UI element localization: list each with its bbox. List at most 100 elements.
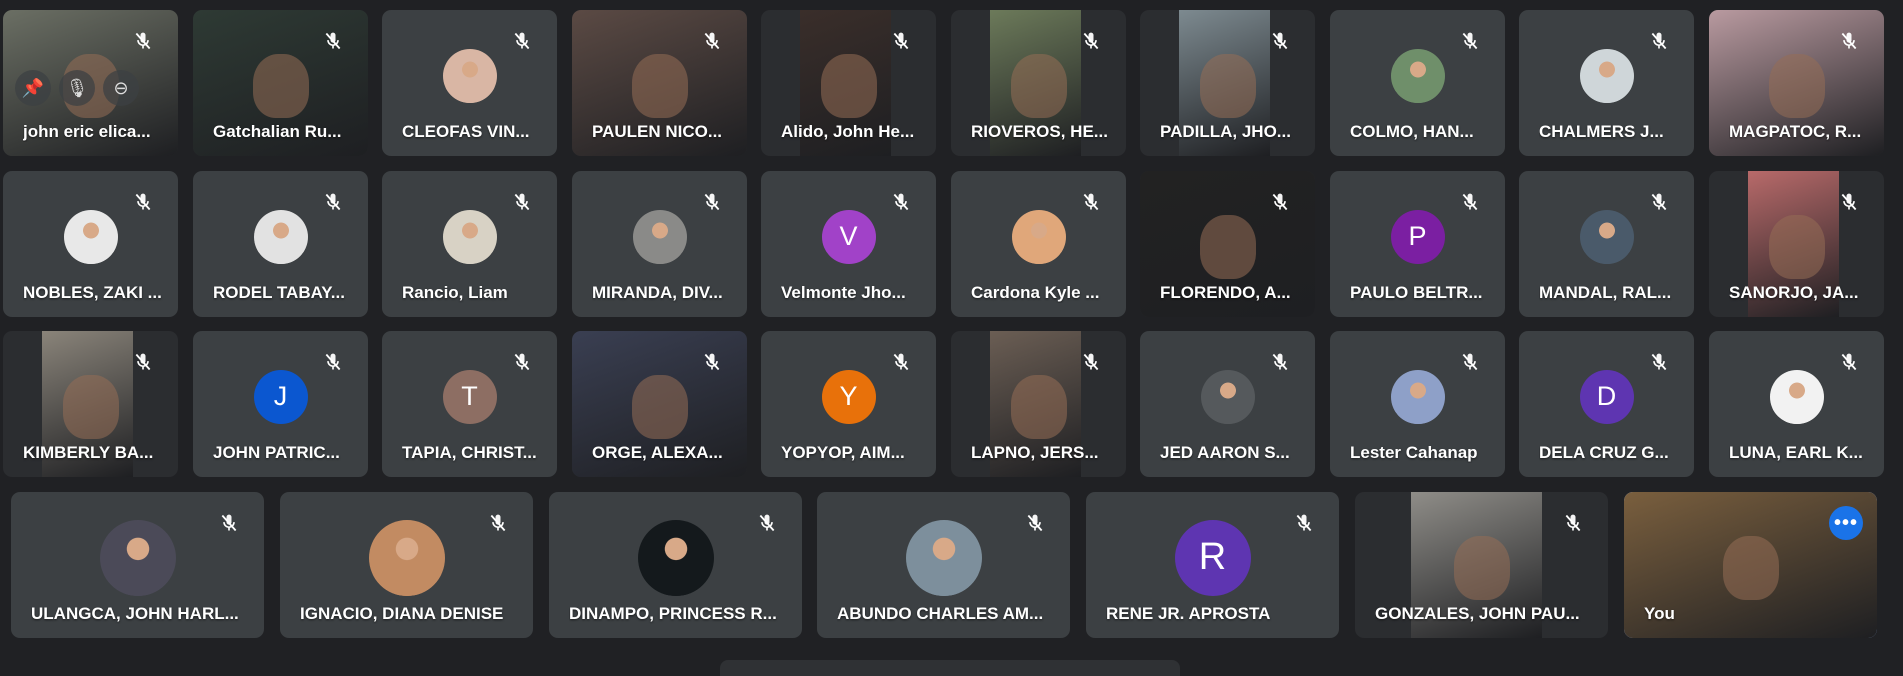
participant-tile[interactable]: RODEL TABAY...: [193, 171, 368, 317]
participant-name: Velmonte Jho...: [781, 283, 906, 302]
participant-tile[interactable]: RIOVEROS, HE...: [951, 10, 1126, 156]
participant-tile[interactable]: Alido, John He...: [761, 10, 936, 156]
avatar-image: [1769, 369, 1824, 424]
participant-name: MIRANDA, DIV...: [592, 283, 723, 302]
participant-tile[interactable]: CLEOFAS VIN...: [382, 10, 557, 156]
participant-tile[interactable]: ULANGCA, JOHN HARL...: [11, 492, 264, 638]
participant-name: MANDAL, RAL...: [1539, 283, 1672, 302]
avatar-photo: [63, 209, 118, 264]
person-silhouette: [1199, 214, 1256, 279]
participant-tile[interactable]: IGNACIO, DIANA DENISE: [280, 492, 533, 638]
participant-tile[interactable]: LUNA, EARL K...: [1709, 331, 1884, 477]
person-silhouette: [820, 53, 877, 118]
participant-tile[interactable]: FLORENDO, A...: [1140, 171, 1315, 317]
mic-off-icon: [509, 189, 535, 215]
participant-tile[interactable]: MIRANDA, DIV...: [572, 171, 747, 317]
self-video-tile[interactable]: ••• You: [1624, 492, 1877, 638]
person-silhouette: [1768, 214, 1825, 279]
participant-name: Lester Cahanap: [1350, 443, 1478, 462]
participant-tile[interactable]: SANORJO, JA...: [1709, 171, 1884, 317]
mic-off-icon: [320, 349, 346, 375]
avatar-photo: [442, 209, 497, 264]
participant-name: CHALMERS J...: [1539, 122, 1664, 141]
participant-tile[interactable]: PAULEN NICO...: [572, 10, 747, 156]
mic-off-icon: [1646, 349, 1672, 375]
participant-tile[interactable]: D DELA CRUZ G...: [1519, 331, 1694, 477]
mic-off-icon: [888, 349, 914, 375]
participant-name: COLMO, HAN...: [1350, 122, 1474, 141]
avatar-letter: T: [442, 369, 497, 424]
avatar-photo: [1579, 209, 1634, 264]
participant-name: JOHN PATRIC...: [213, 443, 340, 462]
avatar-image: [637, 519, 714, 596]
participant-tile[interactable]: LAPNO, JERS...: [951, 331, 1126, 477]
participant-tile[interactable]: ABUNDO CHARLES AM...: [817, 492, 1070, 638]
mic-off-icon: [130, 28, 156, 54]
avatar-image: [1579, 48, 1634, 103]
mic-off-icon: [1022, 510, 1048, 536]
participant-tile[interactable]: ORGE, ALEXA...: [572, 331, 747, 477]
participant-tile[interactable]: CHALMERS J...: [1519, 10, 1694, 156]
participant-tile[interactable]: MANDAL, RAL...: [1519, 171, 1694, 317]
mic-off-icon: [1646, 189, 1672, 215]
participant-tile[interactable]: NOBLES, ZAKI ...: [3, 171, 178, 317]
participant-name: YOPYOP, AIM...: [781, 443, 905, 462]
participant-row: ULANGCA, JOHN HARL... IGNACIO, DIANA DEN…: [0, 492, 1903, 638]
participant-tile[interactable]: R RENE JR. APROSTA: [1086, 492, 1339, 638]
mic-off-icon: [699, 189, 725, 215]
mic-off-icon: [1457, 349, 1483, 375]
participant-tile[interactable]: V Velmonte Jho...: [761, 171, 936, 317]
participant-name: john eric elica...: [23, 122, 151, 141]
avatar-photo: [1579, 48, 1634, 103]
avatar-photo: [253, 209, 308, 264]
participant-name: NOBLES, ZAKI ...: [23, 283, 162, 302]
participant-tile[interactable]: PADILLA, JHO...: [1140, 10, 1315, 156]
participant-name: ORGE, ALEXA...: [592, 443, 723, 462]
participant-name: RENE JR. APROSTA: [1106, 604, 1271, 623]
avatar-image: [253, 209, 308, 264]
participant-name: PAULEN NICO...: [592, 122, 723, 141]
participant-tile[interactable]: KIMBERLY BA...: [3, 331, 178, 477]
more-options-icon[interactable]: •••: [1829, 506, 1863, 540]
avatar-photo: [1390, 48, 1445, 103]
avatar-photo: [1200, 369, 1255, 424]
participant-tile[interactable]: Y YOPYOP, AIM...: [761, 331, 936, 477]
avatar-image: [905, 519, 982, 596]
mic-off-icon: [1267, 189, 1293, 215]
remove-icon[interactable]: ⊖: [103, 70, 139, 106]
control-bar-edge: [720, 660, 1180, 676]
avatar-letter: R: [1174, 519, 1251, 596]
participant-tile[interactable]: T TAPIA, CHRIST...: [382, 331, 557, 477]
participant-name: LAPNO, JERS...: [971, 443, 1099, 462]
mute-participant-icon[interactable]: 🎙: [59, 70, 95, 106]
mic-off-icon: [216, 510, 242, 536]
participant-name: FLORENDO, A...: [1160, 283, 1291, 302]
participant-tile[interactable]: Cardona Kyle ...: [951, 171, 1126, 317]
participant-name: RIOVEROS, HE...: [971, 122, 1108, 141]
person-silhouette: [1768, 53, 1825, 118]
participant-tile[interactable]: COLMO, HAN...: [1330, 10, 1505, 156]
mic-off-icon: [509, 28, 535, 54]
mic-off-icon: [130, 349, 156, 375]
participant-tile[interactable]: Rancio, Liam: [382, 171, 557, 317]
participant-name: RODEL TABAY...: [213, 283, 345, 302]
participant-tile[interactable]: J JOHN PATRIC...: [193, 331, 368, 477]
mic-off-icon: [1836, 349, 1862, 375]
participant-name: KIMBERLY BA...: [23, 443, 154, 462]
participant-name: IGNACIO, DIANA DENISE: [300, 604, 504, 623]
mic-off-icon: [699, 28, 725, 54]
participant-tile[interactable]: MAGPATOC, R...: [1709, 10, 1884, 156]
avatar-letter: P: [1390, 209, 1445, 264]
avatar-image: [1390, 48, 1445, 103]
pin-icon[interactable]: 📌: [15, 70, 51, 106]
participant-tile[interactable]: Lester Cahanap: [1330, 331, 1505, 477]
mic-off-icon: [1291, 510, 1317, 536]
mic-off-icon: [1267, 28, 1293, 54]
participant-tile[interactable]: DINAMPO, PRINCESS R...: [549, 492, 802, 638]
avatar-image: [442, 48, 497, 103]
participant-tile[interactable]: JED AARON S...: [1140, 331, 1315, 477]
participant-tile[interactable]: P PAULO BELTR...: [1330, 171, 1505, 317]
participant-tile[interactable]: Gatchalian Ru...: [193, 10, 368, 156]
participant-tile[interactable]: 📌 🎙 ⊖ john eric elica...: [3, 10, 178, 156]
participant-tile[interactable]: GONZALES, JOHN PAU...: [1355, 492, 1608, 638]
